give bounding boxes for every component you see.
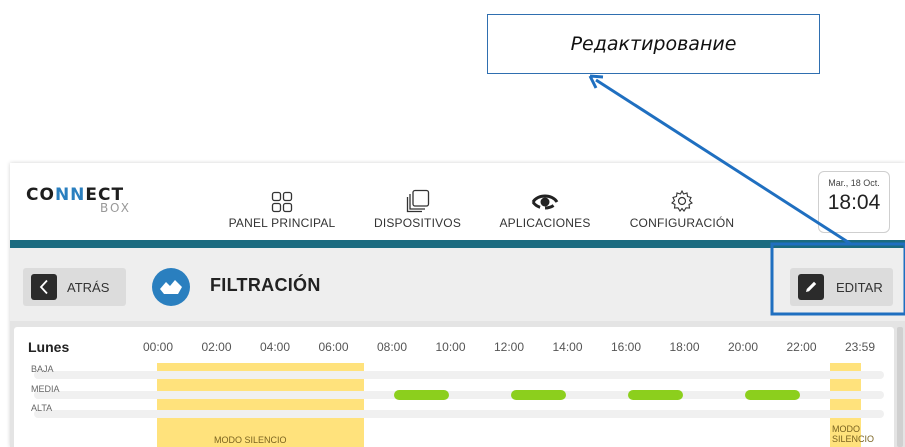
- grid-icon: [271, 191, 293, 213]
- filtration-app-icon: [152, 268, 190, 306]
- time-tick-label: 23:59: [844, 340, 876, 354]
- time-tick-label: 22:00: [786, 340, 817, 354]
- annotation-callout: Редактирование: [487, 14, 820, 74]
- media-run-bar[interactable]: [394, 390, 449, 400]
- media-run-bar[interactable]: [628, 390, 683, 400]
- annotation-arrow-head: [588, 74, 604, 89]
- scrollbar[interactable]: [897, 327, 903, 447]
- level-label-alta: ALTA: [31, 403, 53, 413]
- edit-button[interactable]: EDITAR: [790, 268, 893, 306]
- time-label: 18:04: [827, 191, 881, 214]
- annotation-text: Редактирование: [570, 33, 737, 55]
- nav-label-config: CONFIGURACIÓN: [629, 216, 735, 230]
- silent-mode-label-short-line2: SILENCIO: [832, 434, 875, 444]
- time-tick-label: 16:00: [610, 340, 642, 354]
- time-tick-label: 14:00: [552, 340, 583, 354]
- time-tick-label: 18:00: [669, 340, 700, 354]
- top-bar: CONNECT BOX PANEL PRINCIPAL DISPOSITIVOS: [10, 163, 905, 240]
- nav-indicator-bar: [10, 240, 905, 248]
- schedule-panel: Lunes 00:00 02:00 04:00 06:00 08:00 10:00 12:0…: [14, 327, 894, 447]
- pencil-icon: [798, 274, 824, 300]
- back-button[interactable]: ATRÁS: [23, 268, 126, 306]
- day-label: Lunes: [28, 339, 70, 355]
- time-tick-label: 02:00: [201, 340, 232, 354]
- time-tick-label: 20:00: [727, 340, 759, 354]
- connect-box-logo: CONNECT BOX: [26, 185, 131, 215]
- sub-header: ATRÁS FILTRACIÓN EDITAR: [10, 248, 905, 321]
- time-tick-label: 06:00: [318, 340, 349, 354]
- silent-mode-label: MODO SILENCIO: [214, 435, 287, 445]
- time-tick-label: 00:00: [142, 340, 174, 354]
- datetime-widget: Mar., 18 Oct. 18:04: [818, 171, 890, 233]
- page-title: FILTRACIÓN: [210, 275, 321, 295]
- time-tick-label: 12:00: [493, 340, 525, 354]
- edit-label: EDITAR: [836, 279, 883, 295]
- date-label: Mar., 18 Oct.: [828, 178, 880, 188]
- apps-eye-icon: [531, 194, 559, 210]
- time-tick-label: 04:00: [259, 340, 291, 354]
- media-run-bar[interactable]: [745, 390, 800, 400]
- schedule-area: Lunes 00:00 02:00 04:00 06:00 08:00 10:00 12:0…: [10, 321, 905, 447]
- time-tick-label: 08:00: [376, 340, 408, 354]
- back-label: ATRÁS: [67, 279, 110, 295]
- nav-label-panel: PANEL PRINCIPAL: [228, 216, 336, 230]
- gear-icon: [671, 189, 693, 212]
- nav-configuracion[interactable]: CONFIGURACIÓN: [622, 165, 742, 237]
- time-tick-label: 10:00: [435, 340, 466, 354]
- silent-mode-label-short-line1: MODO: [832, 424, 860, 434]
- nav-label-apps: APLICACIONES: [499, 216, 591, 230]
- nav-aplicaciones[interactable]: APLICACIONES: [490, 165, 600, 237]
- level-track-baja: [34, 371, 884, 379]
- media-run-bar[interactable]: [511, 390, 566, 400]
- nav-panel-principal[interactable]: PANEL PRINCIPAL: [222, 165, 342, 237]
- app-window: CONNECT BOX PANEL PRINCIPAL DISPOSITIVOS: [10, 163, 905, 447]
- devices-icon: [406, 189, 429, 213]
- nav-dispositivos[interactable]: DISPOSITIVOS: [365, 165, 470, 237]
- level-label-baja: BAJA: [31, 364, 54, 374]
- nav-label-devices: DISPOSITIVOS: [373, 216, 462, 230]
- level-label-media: MEDIA: [31, 384, 60, 394]
- chevron-left-icon: [31, 274, 57, 300]
- level-track-alta: [34, 410, 884, 418]
